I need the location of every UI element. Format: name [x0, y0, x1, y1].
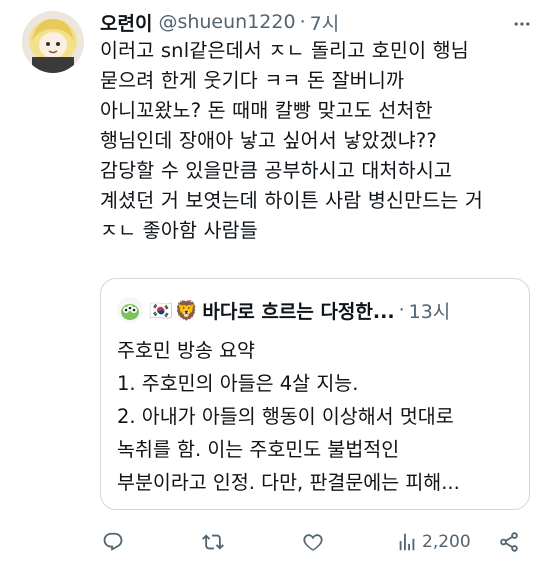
like-button[interactable]	[302, 527, 324, 557]
quoted-author-name: 바다로 흐르는 다정한...	[202, 300, 395, 323]
tweet-header: 오련이 @shueun1220 · 7시	[100, 7, 535, 37]
korea-flag-icon: 🇰🇷	[149, 299, 173, 322]
retweet-button[interactable]	[202, 527, 224, 557]
share-icon	[500, 532, 518, 552]
author-name[interactable]: 오련이	[100, 9, 152, 36]
quoted-tweet-header: 🇰🇷 🦁 바다로 흐르는 다정한... · 13시	[117, 295, 519, 325]
separator-dot: ·	[299, 11, 306, 33]
tweet-text: 이러고 snl같은데서 ㅈㄴ 돌리고 호민이 행님 묻으려 한게 웃기다 ㅋㅋ …	[100, 39, 484, 242]
views-count[interactable]: 2,200	[396, 527, 471, 557]
avatar-illustration	[22, 11, 84, 73]
reply-button[interactable]	[102, 527, 124, 557]
views-icon	[399, 533, 415, 551]
more-icon[interactable]	[512, 14, 532, 34]
quoted-separator-dot: ·	[398, 299, 405, 321]
share-button[interactable]	[498, 527, 520, 557]
tweet-timestamp[interactable]: 7시	[310, 9, 340, 36]
alien-icon	[121, 304, 139, 320]
retweet-icon	[202, 534, 224, 550]
quoted-tweet-text: 주호민 방송 요약 1. 주호민의 아들은 4살 지능. 2. 아내가 아들의 …	[117, 339, 460, 494]
lion-icon: 🦁	[174, 299, 199, 322]
quoted-timestamp: 13시	[408, 300, 451, 323]
quoted-tweet[interactable]: 🇰🇷 🦁 바다로 흐르는 다정한... · 13시 주호민 방송 요약 1. 주…	[100, 278, 530, 510]
views-label: 2,200	[422, 532, 471, 552]
like-icon	[303, 534, 323, 551]
quoted-avatar	[117, 297, 143, 323]
avatar[interactable]	[22, 11, 84, 73]
quoted-emoji-group: 🇰🇷 🦁	[149, 299, 198, 322]
action-bar: 2,200	[100, 527, 530, 557]
author-handle[interactable]: @shueun1220	[158, 11, 295, 33]
reply-icon	[103, 532, 123, 551]
